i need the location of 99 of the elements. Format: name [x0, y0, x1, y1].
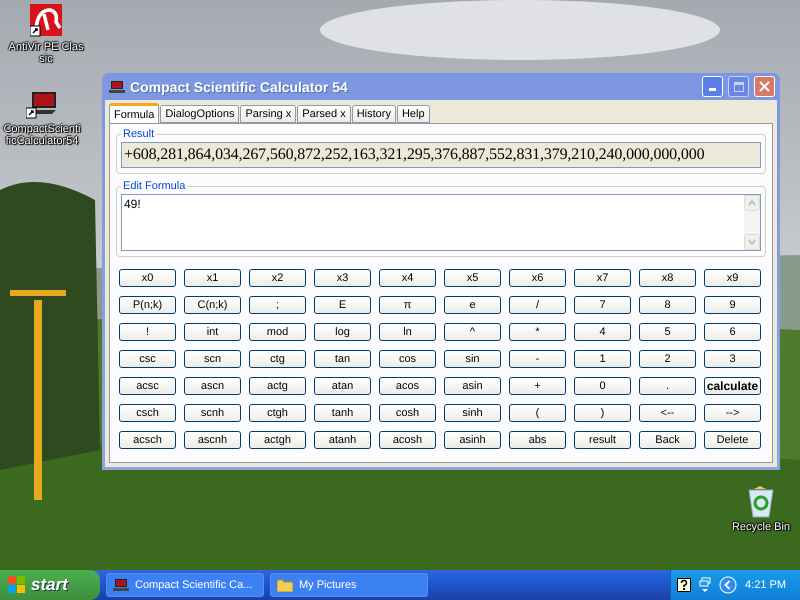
tab[interactable]: Parsed x	[297, 105, 351, 123]
keypad-button[interactable]: abs	[509, 431, 566, 449]
keypad-button[interactable]: sin	[444, 350, 501, 368]
laptop-icon	[113, 578, 129, 592]
keypad-button[interactable]: x0	[119, 269, 176, 287]
keypad-button[interactable]: acsc	[119, 377, 176, 395]
keypad-button[interactable]: x1	[184, 269, 241, 287]
keypad-button[interactable]: actgh	[249, 431, 306, 449]
keypad-button[interactable]: -	[509, 350, 566, 368]
keypad-button[interactable]: ascn	[184, 377, 241, 395]
keypad-button[interactable]: x5	[444, 269, 501, 287]
keypad-button[interactable]: acosh	[379, 431, 436, 449]
tab[interactable]: History	[352, 105, 396, 123]
taskbar-button[interactable]: My Pictures	[270, 573, 428, 597]
keypad-button[interactable]: !	[119, 323, 176, 341]
keypad-button[interactable]: x8	[639, 269, 696, 287]
close-icon	[759, 81, 770, 92]
keypad-button[interactable]: acsch	[119, 431, 176, 449]
maximize-icon	[734, 82, 744, 92]
keypad-button[interactable]: mod	[249, 323, 306, 341]
keypad-button[interactable]: csch	[119, 404, 176, 422]
keypad-button[interactable]: 1	[574, 350, 631, 368]
clock: 4:21 PM	[745, 579, 786, 591]
network-icon[interactable]	[699, 577, 712, 593]
tab[interactable]: DialogOptions	[160, 105, 240, 123]
keypad-button[interactable]: +	[509, 377, 566, 395]
keypad-button[interactable]: .	[639, 377, 696, 395]
keypad-button[interactable]: x3	[314, 269, 371, 287]
keypad-button[interactable]: tanh	[314, 404, 371, 422]
keypad-button[interactable]: 7	[574, 296, 631, 314]
umbrella-app-icon[interactable]	[30, 4, 62, 38]
recycle-bin-icon[interactable]	[746, 486, 776, 518]
keypad-button[interactable]: <--	[639, 404, 696, 422]
keypad-button[interactable]: E	[314, 296, 371, 314]
laptop-icon	[109, 80, 125, 94]
keypad-button[interactable]: (	[509, 404, 566, 422]
keypad-button[interactable]: tan	[314, 350, 371, 368]
keypad-button[interactable]: *	[509, 323, 566, 341]
tab[interactable]: Parsing x	[240, 105, 296, 123]
minimize-button[interactable]	[702, 76, 723, 97]
keypad-button[interactable]: Delete	[704, 431, 761, 449]
keypad-button[interactable]: scn	[184, 350, 241, 368]
keypad-button[interactable]: ^	[444, 323, 501, 341]
chevron-left-icon[interactable]	[719, 576, 738, 594]
keypad-button[interactable]: result	[574, 431, 631, 449]
tab[interactable]: Help	[396, 105, 430, 123]
keypad-button[interactable]: 8	[639, 296, 696, 314]
taskbar-button[interactable]: Compact Scientific Ca...	[106, 573, 264, 597]
group-label: Result	[122, 128, 156, 140]
keypad-button[interactable]: Back	[639, 431, 696, 449]
keypad-button[interactable]: sinh	[444, 404, 501, 422]
keypad-button[interactable]: x6	[509, 269, 566, 287]
keypad-button[interactable]: asinh	[444, 431, 501, 449]
keypad-button[interactable]: e	[444, 296, 501, 314]
keypad-button[interactable]: atanh	[314, 431, 371, 449]
keypad-button[interactable]: ln	[379, 323, 436, 341]
keypad-button[interactable]: log	[314, 323, 371, 341]
close-button[interactable]	[754, 76, 775, 97]
keypad-button[interactable]: -->	[704, 404, 761, 422]
keypad-button[interactable]: cosh	[379, 404, 436, 422]
keypad-button[interactable]: 0	[574, 377, 631, 395]
keypad-button[interactable]: /	[509, 296, 566, 314]
keypad-button[interactable]: acos	[379, 377, 436, 395]
group-label: Edit Formula	[122, 180, 186, 192]
keypad-button[interactable]: scnh	[184, 404, 241, 422]
keypad-button[interactable]: x9	[704, 269, 761, 287]
desktop-icon-label[interactable]: Recycle Bin	[732, 521, 790, 533]
keypad-button[interactable]: x2	[249, 269, 306, 287]
keypad-button[interactable]: C(n;k)	[184, 296, 241, 314]
maximize-button[interactable]	[728, 76, 749, 97]
keypad-button[interactable]: 4	[574, 323, 631, 341]
keypad-button[interactable]: actg	[249, 377, 306, 395]
result-display: +608,281,864,034,267,560,872,252,163,321,295,376,887,552,831,379,210,240,000,000,000	[121, 142, 761, 168]
keypad-button[interactable]: 6	[704, 323, 761, 341]
keypad-button[interactable]: 5	[639, 323, 696, 341]
keypad-button[interactable]: P(n;k)	[119, 296, 176, 314]
windows-logo-icon	[8, 576, 26, 594]
keypad-button[interactable]: 9	[704, 296, 761, 314]
keypad-button[interactable]: atan	[314, 377, 371, 395]
keypad-button[interactable]: π	[379, 296, 436, 314]
keypad-button[interactable]: x4	[379, 269, 436, 287]
keypad-button[interactable]: 3	[704, 350, 761, 368]
keypad-button[interactable]: ascnh	[184, 431, 241, 449]
keypad-button[interactable]: calculate	[704, 377, 761, 395]
keypad-button[interactable]: asin	[444, 377, 501, 395]
keypad-button[interactable]: x7	[574, 269, 631, 287]
keypad-button[interactable]: int	[184, 323, 241, 341]
keypad-button[interactable]: ctg	[249, 350, 306, 368]
formula-field[interactable]: 49!	[121, 194, 761, 251]
keypad-button[interactable]: ;	[249, 296, 306, 314]
keypad-button[interactable]: cos	[379, 350, 436, 368]
keypad-button[interactable]: ctgh	[249, 404, 306, 422]
folder-icon	[277, 578, 293, 592]
window-title: Compact Scientific Calculator 54	[130, 78, 349, 94]
keypad-button[interactable]: )	[574, 404, 631, 422]
tab[interactable]: Formula	[109, 103, 160, 123]
keypad-button[interactable]: csc	[119, 350, 176, 368]
help-icon[interactable]	[677, 578, 692, 592]
keypad-button[interactable]: 2	[639, 350, 696, 368]
